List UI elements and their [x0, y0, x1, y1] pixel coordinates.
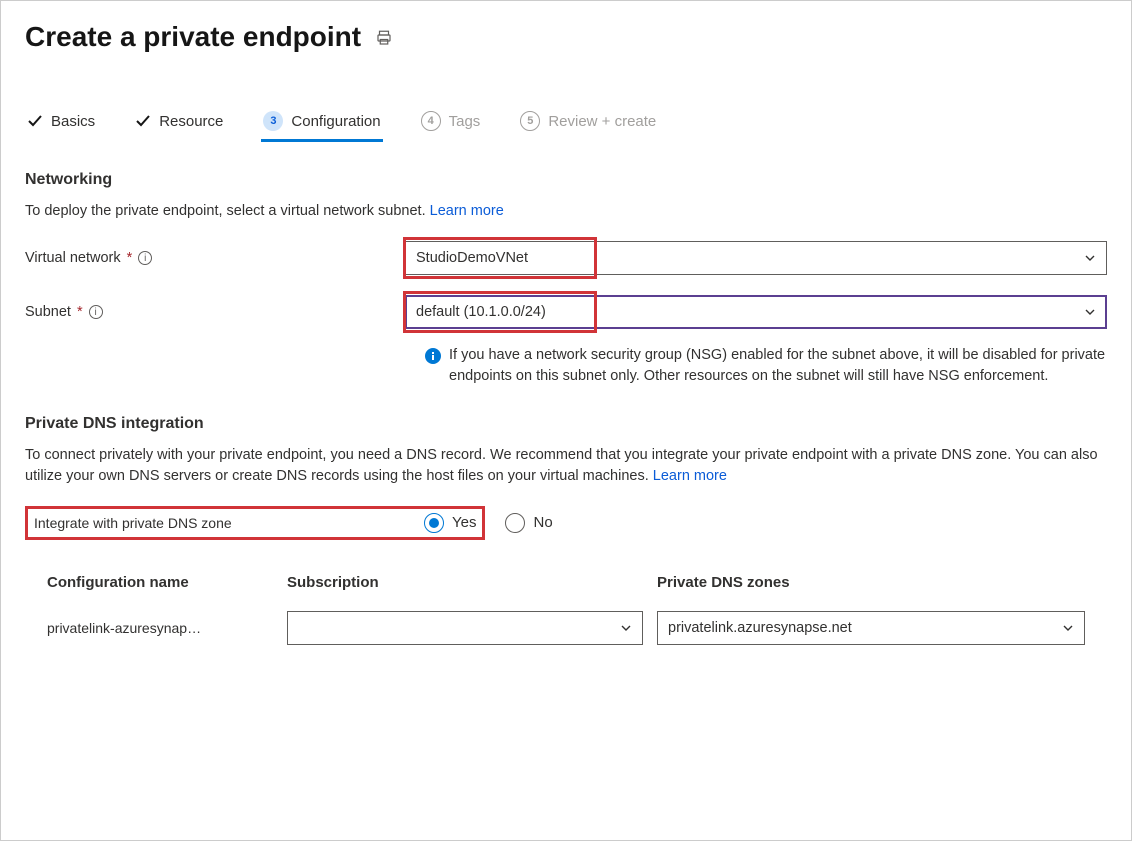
required-asterisk: * [77, 304, 83, 320]
section-networking: Networking To deploy the private endpoin… [25, 171, 1107, 387]
radio-button[interactable] [505, 513, 525, 533]
tab-label: Configuration [291, 113, 380, 130]
subnet-label: Subnet [25, 304, 71, 320]
step-number: 4 [421, 111, 441, 131]
info-icon[interactable]: i [89, 305, 103, 319]
vnet-value: StudioDemoVNet [416, 250, 528, 266]
radio-button[interactable] [424, 513, 444, 533]
row-subnet: Subnet * i default (10.1.0.0/24) [25, 295, 1107, 329]
th-dns-zones: Private DNS zones [657, 574, 1085, 591]
check-icon [27, 113, 43, 129]
chevron-down-icon [1084, 306, 1096, 318]
dns-zone-select[interactable]: privatelink.azuresynapse.net [657, 611, 1085, 645]
dns-desc: To connect privately with your private e… [25, 445, 1107, 486]
networking-desc: To deploy the private endpoint, select a… [25, 201, 1107, 221]
tab-review-create[interactable]: 5 Review + create [518, 105, 658, 141]
tab-label: Resource [159, 113, 223, 130]
chevron-down-icon [1062, 622, 1074, 634]
wizard-tabs: Basics Resource 3 Configuration 4 Tags 5… [25, 105, 1107, 141]
nsg-info-text: If you have a network security group (NS… [449, 345, 1107, 387]
step-number: 5 [520, 111, 540, 131]
cell-config-name: privatelink-azuresynap… [47, 620, 287, 636]
th-subscription: Subscription [287, 574, 657, 591]
integrate-label: Integrate with private DNS zone [34, 515, 232, 531]
subscription-select[interactable] [287, 611, 643, 645]
chevron-down-icon [620, 622, 632, 634]
info-icon [425, 348, 441, 364]
row-integrate-dns: Integrate with private DNS zone Yes No [25, 506, 1107, 540]
print-icon[interactable] [375, 27, 393, 48]
vnet-select[interactable]: StudioDemoVNet [405, 241, 1107, 275]
radio-label: Yes [452, 514, 476, 531]
dns-zones-table: Configuration name Subscription Private … [25, 564, 1107, 655]
row-virtual-network: Virtual network * i StudioDemoVNet [25, 241, 1107, 275]
tab-configuration[interactable]: 3 Configuration [261, 105, 382, 141]
check-icon [135, 113, 151, 129]
chevron-down-icon [1084, 252, 1096, 264]
learn-more-link[interactable]: Learn more [430, 203, 504, 219]
tab-label: Basics [51, 113, 95, 130]
table-row: privatelink-azuresynap… privatelink.azur… [25, 601, 1107, 655]
page-title: Create a private endpoint [25, 21, 361, 53]
section-dns: Private DNS integration To connect priva… [25, 415, 1107, 655]
step-number: 3 [263, 111, 283, 131]
vnet-label: Virtual network [25, 250, 121, 266]
th-config-name: Configuration name [47, 574, 287, 591]
tab-tags[interactable]: 4 Tags [419, 105, 483, 141]
dns-heading: Private DNS integration [25, 415, 1107, 433]
tab-label: Review + create [548, 113, 656, 130]
radio-no[interactable]: No [505, 513, 552, 533]
networking-heading: Networking [25, 171, 1107, 189]
highlight-dns-integrate: Integrate with private DNS zone Yes [25, 506, 485, 540]
subnet-select[interactable]: default (10.1.0.0/24) [405, 295, 1107, 329]
page-header: Create a private endpoint [25, 21, 1107, 53]
radio-label: No [533, 514, 552, 531]
tab-basics[interactable]: Basics [25, 107, 97, 140]
required-asterisk: * [127, 250, 133, 266]
learn-more-link[interactable]: Learn more [653, 468, 727, 484]
subnet-value: default (10.1.0.0/24) [416, 304, 546, 320]
tab-resource[interactable]: Resource [133, 107, 225, 140]
tab-label: Tags [449, 113, 481, 130]
info-icon[interactable]: i [138, 251, 152, 265]
nsg-info-row: If you have a network security group (NS… [425, 345, 1107, 387]
table-header-row: Configuration name Subscription Private … [25, 564, 1107, 601]
dns-zone-value: privatelink.azuresynapse.net [668, 620, 852, 636]
radio-yes[interactable]: Yes [424, 513, 476, 533]
